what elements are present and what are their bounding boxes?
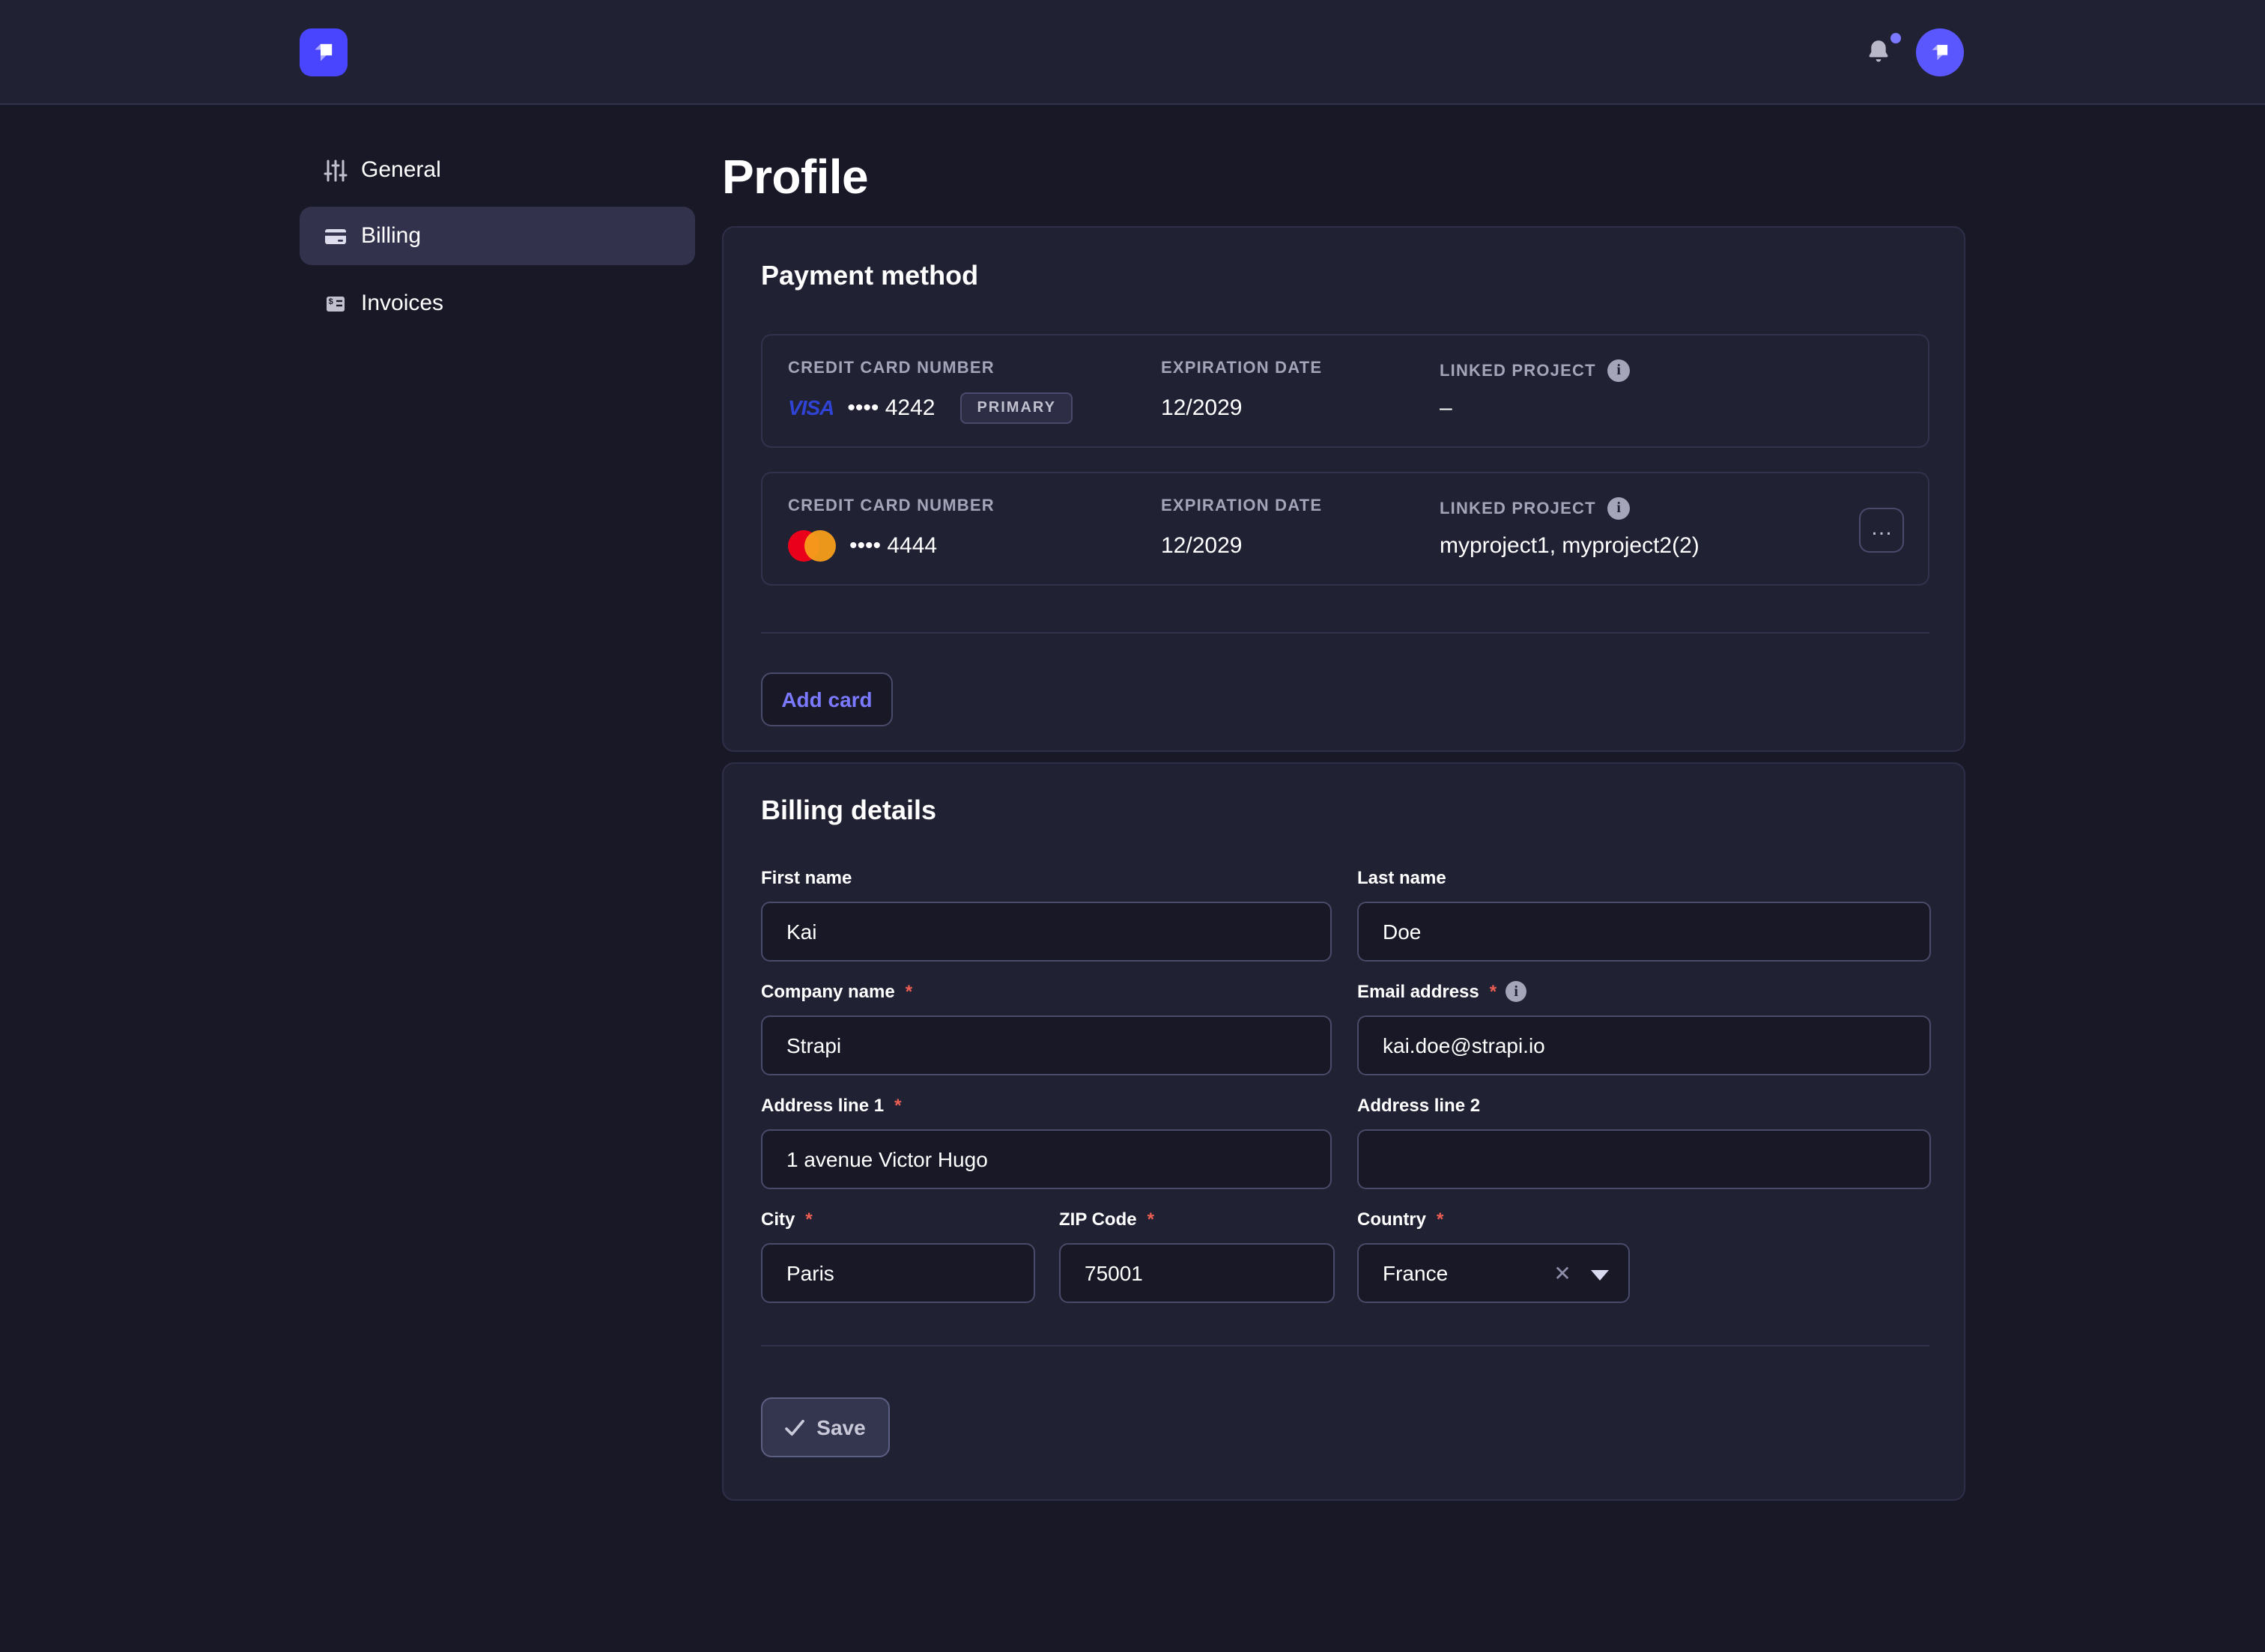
email-address-input[interactable] bbox=[1357, 1015, 1931, 1075]
section-divider bbox=[761, 632, 1929, 634]
address-line2-label: Address line 2 bbox=[1357, 1093, 1931, 1117]
zip-code-input[interactable] bbox=[1059, 1243, 1335, 1303]
mastercard-logo-icon bbox=[788, 529, 836, 561]
required-asterisk: * bbox=[1490, 981, 1497, 1002]
sidebar-item-invoices[interactable]: $ Invoices bbox=[300, 274, 695, 332]
chevron-down-icon[interactable] bbox=[1591, 1270, 1609, 1281]
section-divider bbox=[761, 1345, 1929, 1346]
linked-project-value: – bbox=[1440, 395, 1452, 420]
city-input[interactable] bbox=[761, 1243, 1035, 1303]
payment-section-title: Payment method bbox=[761, 261, 978, 292]
required-asterisk: * bbox=[1437, 1209, 1443, 1230]
email-address-label: Email address* i bbox=[1357, 980, 1931, 1003]
credit-card-number-label: CREDIT CARD NUMBER bbox=[788, 497, 995, 515]
bell-icon bbox=[1864, 36, 1893, 69]
add-card-label: Add card bbox=[781, 687, 872, 711]
company-name-label: Company name* bbox=[761, 980, 1332, 1003]
info-icon[interactable]: i bbox=[1608, 359, 1631, 382]
info-icon[interactable]: i bbox=[1506, 981, 1526, 1002]
sidebar-item-label: Billing bbox=[361, 223, 421, 249]
masked-card-number: •••• 4444 bbox=[849, 532, 937, 558]
notifications-button[interactable] bbox=[1864, 36, 1899, 72]
expiration-date-value: 12/2029 bbox=[1161, 395, 1242, 420]
expiration-date-label: EXPIRATION DATE bbox=[1161, 359, 1322, 377]
company-name-input[interactable] bbox=[761, 1015, 1332, 1075]
page-title: Profile bbox=[722, 150, 868, 205]
credit-card-row-mastercard: CREDIT CARD NUMBER •••• 4444 EXPIRATION … bbox=[761, 472, 1929, 586]
strapi-logo-icon[interactable] bbox=[300, 28, 348, 76]
expiration-date-label: EXPIRATION DATE bbox=[1161, 497, 1322, 515]
required-asterisk: * bbox=[906, 981, 912, 1002]
linked-project-value: myproject1, myproject2(2) bbox=[1440, 532, 1699, 558]
sidebar-item-label: Invoices bbox=[361, 291, 443, 316]
required-asterisk: * bbox=[1147, 1209, 1154, 1230]
check-icon bbox=[785, 1419, 804, 1436]
first-name-label: First name bbox=[761, 866, 1332, 890]
info-icon[interactable]: i bbox=[1608, 497, 1631, 520]
strapi-avatar-icon bbox=[1926, 39, 1953, 66]
country-select[interactable]: France ✕ bbox=[1357, 1243, 1630, 1303]
notification-dot bbox=[1890, 33, 1901, 43]
address-line1-label: Address line 1* bbox=[761, 1093, 1332, 1117]
country-label: Country* bbox=[1357, 1207, 1630, 1231]
add-card-button[interactable]: Add card bbox=[761, 672, 893, 726]
invoice-icon: $ bbox=[324, 291, 348, 315]
city-label: City* bbox=[761, 1207, 1035, 1231]
visa-logo-icon: VISA bbox=[788, 395, 834, 419]
save-label: Save bbox=[816, 1415, 865, 1439]
billing-details-card: Billing details First name Last name Com… bbox=[722, 762, 1965, 1501]
first-name-input[interactable] bbox=[761, 902, 1332, 962]
credit-card-number-label: CREDIT CARD NUMBER bbox=[788, 359, 995, 377]
credit-card-icon bbox=[324, 224, 348, 248]
save-button[interactable]: Save bbox=[761, 1397, 890, 1457]
clear-selection-icon[interactable]: ✕ bbox=[1550, 1261, 1574, 1285]
country-selected-value: France bbox=[1383, 1261, 1448, 1285]
linked-project-label: LINKED PROJECT bbox=[1440, 499, 1596, 517]
billing-section-title: Billing details bbox=[761, 795, 936, 827]
card-actions-menu-button[interactable]: … bbox=[1859, 508, 1904, 553]
address-line2-input[interactable] bbox=[1357, 1129, 1931, 1189]
zip-code-label: ZIP Code* bbox=[1059, 1207, 1335, 1231]
payment-method-card: Payment method CREDIT CARD NUMBER VISA •… bbox=[722, 226, 1965, 752]
masked-card-number: •••• 4242 bbox=[847, 395, 935, 420]
linked-project-label: LINKED PROJECT bbox=[1440, 362, 1596, 380]
top-header bbox=[0, 0, 2265, 105]
app-root: General Billing $ Invoices Profile Payme… bbox=[0, 0, 2265, 1652]
ellipsis-icon: … bbox=[1870, 514, 1893, 540]
credit-card-row-visa: CREDIT CARD NUMBER VISA •••• 4242 PRIMAR… bbox=[761, 334, 1929, 448]
address-line1-input[interactable] bbox=[761, 1129, 1332, 1189]
expiration-date-value: 12/2029 bbox=[1161, 532, 1242, 558]
last-name-input[interactable] bbox=[1357, 902, 1931, 962]
svg-text:$: $ bbox=[329, 297, 333, 306]
strapi-glyph bbox=[309, 37, 339, 67]
required-asterisk: * bbox=[805, 1209, 812, 1230]
sidebar-item-general[interactable]: General bbox=[300, 141, 695, 199]
sidebar-item-label: General bbox=[361, 157, 441, 183]
user-avatar[interactable] bbox=[1916, 28, 1964, 76]
sliders-icon bbox=[324, 158, 348, 182]
required-asterisk: * bbox=[894, 1095, 901, 1116]
primary-badge: PRIMARY bbox=[960, 392, 1073, 423]
sidebar-item-billing[interactable]: Billing bbox=[300, 207, 695, 265]
last-name-label: Last name bbox=[1357, 866, 1931, 890]
